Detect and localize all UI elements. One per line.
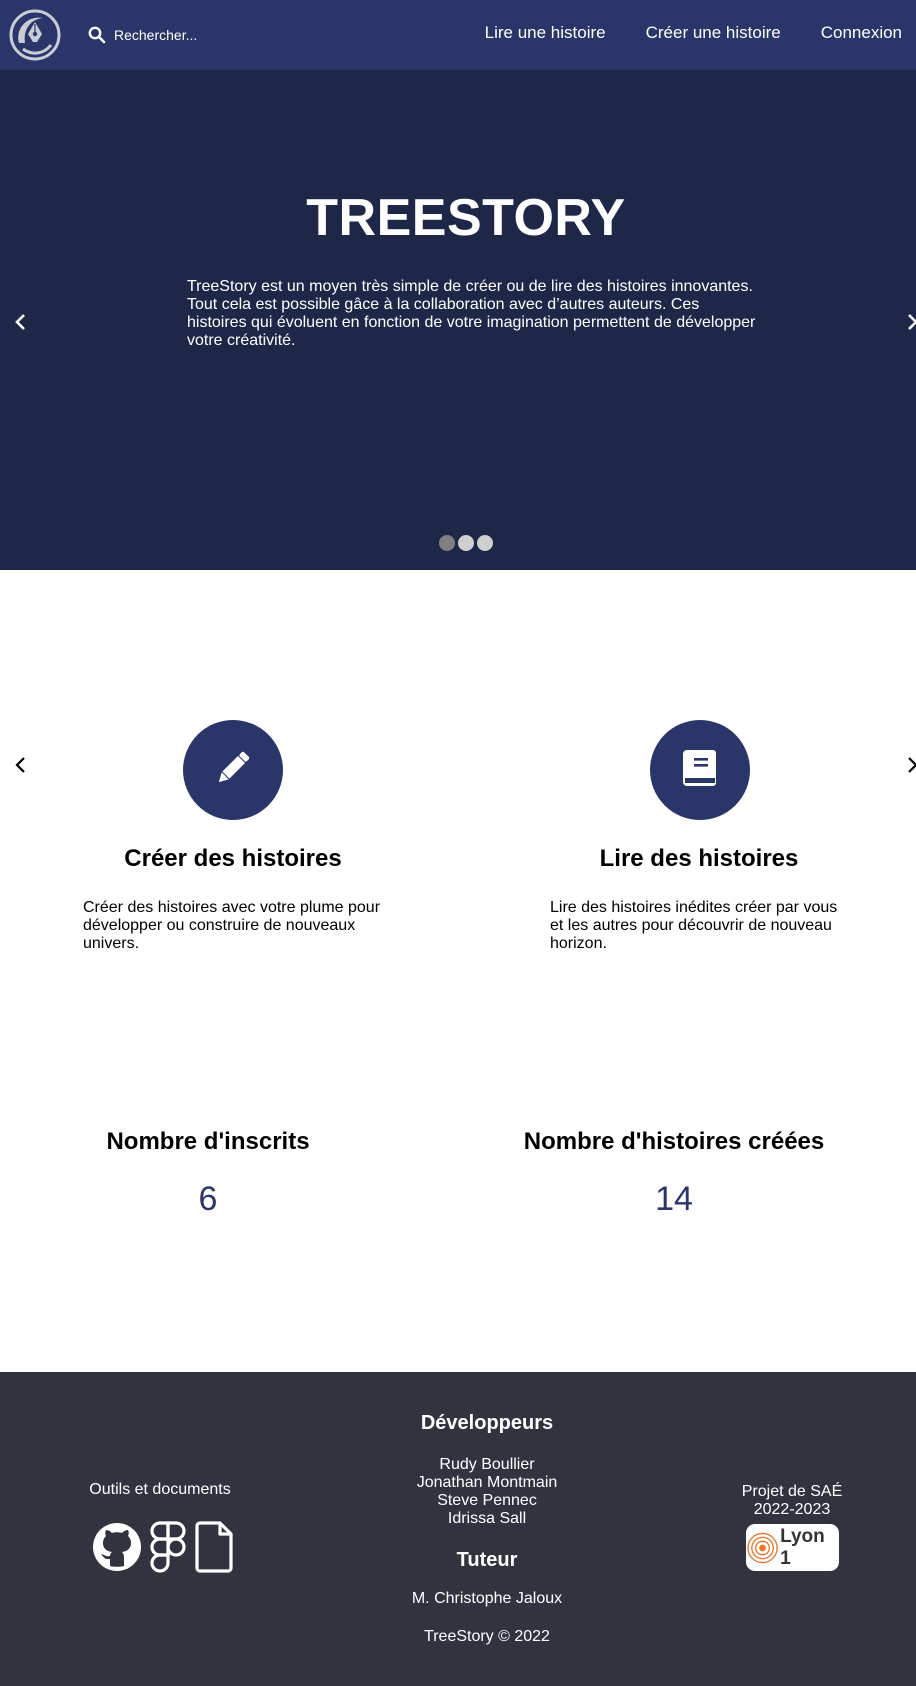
project-line-1: Projet de SAÉ — [741, 1483, 843, 1500]
tutor-heading: Tuteur — [456, 1549, 518, 1571]
tools-icons — [92, 1521, 234, 1578]
project-line-2: 2022-2023 — [753, 1501, 831, 1518]
read-feature-description: Lire des histoires inédites créer par vo… — [550, 899, 838, 952]
nav-links: Lire une histoire Créer une histoire Con… — [445, 23, 902, 43]
developer-4: Idrissa Sall — [447, 1510, 527, 1527]
project-info: Projet de SAÉ 2022-2023 — [732, 1483, 852, 1519]
treestory-logo[interactable] — [9, 9, 61, 61]
site-footer: Outils et documents Développeurs Rudy Bo… — [0, 1372, 916, 1686]
developer-2: Jonathan Montmain — [416, 1474, 558, 1491]
book-icon — [680, 747, 720, 794]
stat-users-value: 6 — [198, 1180, 218, 1218]
document-icon[interactable] — [194, 1521, 234, 1578]
create-feature-description: Créer des histoires avec votre plume pou… — [83, 899, 381, 952]
carousel-dot-1[interactable] — [439, 535, 455, 551]
nav-link-create-story[interactable]: Créer une histoire — [646, 23, 781, 43]
read-feature-title: Lire des histoires — [599, 845, 799, 872]
lyon1-emblem-icon — [747, 1532, 778, 1563]
carousel-dot-3[interactable] — [477, 535, 493, 551]
nav-link-login[interactable]: Connexion — [821, 23, 902, 43]
lyon1-logo-text: Lyon 1 — [780, 1525, 825, 1569]
top-navbar: Lire une histoire Créer une histoire Con… — [0, 0, 916, 70]
search-icon[interactable] — [88, 26, 106, 44]
search-bar — [88, 24, 264, 46]
stat-stories-value: 14 — [655, 1180, 693, 1218]
nav-link-read-story[interactable]: Lire une histoire — [485, 23, 606, 43]
hero-description: TreeStory est un moyen très simple de cr… — [187, 278, 756, 349]
pencil-icon — [210, 745, 256, 796]
stat-users-label: Nombre d'inscrits — [106, 1128, 310, 1155]
developer-3: Steve Pennec — [437, 1492, 537, 1509]
carousel-prev-arrow-icon[interactable] — [11, 312, 31, 332]
hero-title: TREESTORY — [306, 189, 626, 247]
stat-stories-label: Nombre d'histoires créées — [523, 1128, 825, 1155]
tools-label: Outils et documents — [89, 1481, 231, 1498]
developers-heading: Développeurs — [420, 1412, 554, 1434]
carousel-indicators — [0, 535, 916, 551]
hero-carousel: TREESTORY TreeStory est un moyen très si… — [0, 70, 916, 570]
tutor-name: M. Christophe Jaloux — [411, 1590, 563, 1607]
developer-1: Rudy Boullier — [439, 1456, 535, 1473]
github-icon[interactable] — [92, 1522, 142, 1577]
figma-icon[interactable] — [150, 1521, 186, 1578]
read-feature-badge — [650, 720, 750, 820]
features-prev-arrow-icon[interactable] — [11, 755, 31, 775]
create-feature-title: Créer des histoires — [124, 845, 342, 872]
search-input[interactable] — [114, 27, 264, 43]
carousel-dot-2[interactable] — [458, 535, 474, 551]
lyon1-logo[interactable]: Lyon 1 — [746, 1524, 839, 1571]
features-next-arrow-icon[interactable] — [902, 755, 916, 775]
create-feature-badge — [183, 720, 283, 820]
carousel-next-arrow-icon[interactable] — [902, 312, 916, 332]
copyright: TreeStory © 2022 — [424, 1628, 550, 1645]
